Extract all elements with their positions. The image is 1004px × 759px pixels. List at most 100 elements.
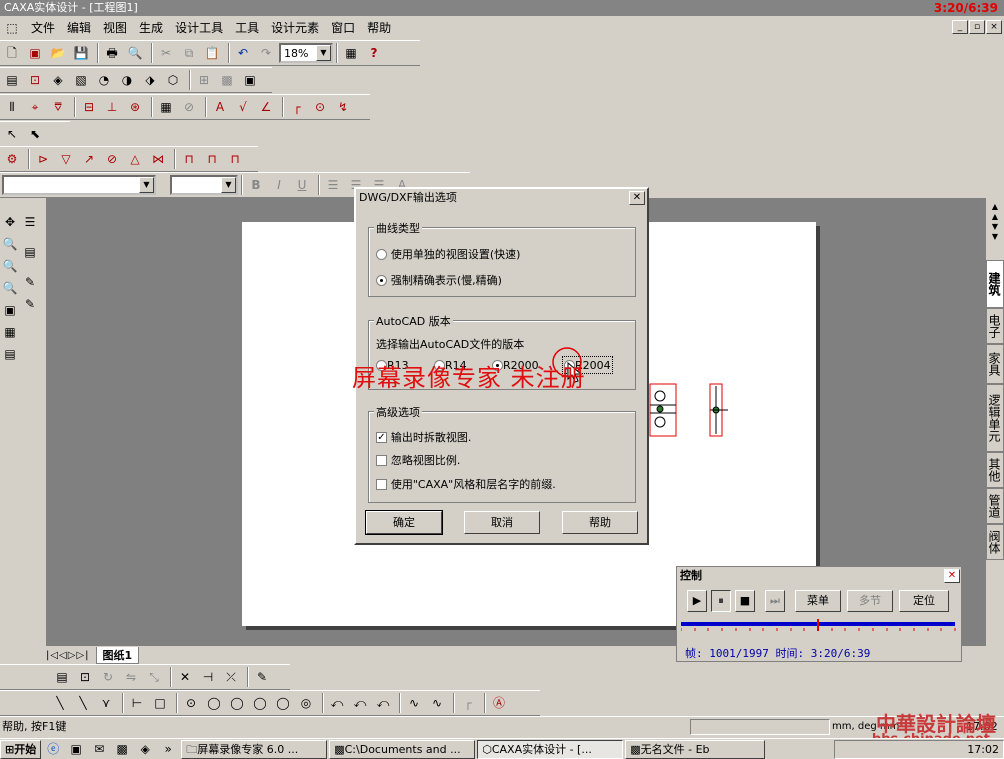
roughness-icon[interactable]: ∠: [256, 97, 276, 117]
angle-line-icon[interactable]: ⋎: [96, 693, 116, 713]
task-screen-recorder[interactable]: 🗀屏幕录像专家 6.0 ...: [181, 739, 328, 759]
arc-tangent-icon[interactable]: ⤺: [373, 693, 393, 713]
section-view-icon[interactable]: ⊡: [25, 70, 45, 90]
3d-view-icon[interactable]: ⬡: [163, 70, 183, 90]
undo-icon[interactable]: ↶: [233, 43, 253, 63]
tangent-line-icon[interactable]: ╲: [73, 693, 93, 713]
center-mark-icon[interactable]: ⌖: [25, 97, 45, 117]
line-icon[interactable]: ╲: [50, 693, 70, 713]
close-icon[interactable]: ✕: [629, 191, 645, 205]
align-view-icon[interactable]: ⊞: [194, 70, 214, 90]
delta-icon[interactable]: △: [125, 149, 145, 169]
align-left-icon[interactable]: ☰: [323, 175, 343, 195]
spline-icon[interactable]: ∿: [404, 693, 424, 713]
mirror-icon[interactable]: ⇋: [121, 667, 141, 687]
table-icon[interactable]: ▦: [156, 97, 176, 117]
weld-symbol-icon[interactable]: ⩢: [48, 97, 68, 117]
dimension-icon[interactable]: ⊢: [127, 693, 147, 713]
parts-list-icon[interactable]: ⊓: [225, 149, 245, 169]
save-icon[interactable]: 💾: [71, 43, 91, 63]
broken-view-icon[interactable]: ◑: [117, 70, 137, 90]
task-untitled[interactable]: ▩无名文件 - Eb: [625, 739, 766, 759]
arrow-mark-icon[interactable]: ↯: [333, 97, 353, 117]
sheet-tab[interactable]: 图纸1: [95, 646, 140, 664]
outlook-icon[interactable]: ✉: [89, 739, 109, 759]
menu-file[interactable]: 文件: [25, 16, 61, 40]
auxiliary-view-icon[interactable]: ◈: [48, 70, 68, 90]
balloon-icon[interactable]: ⊘: [179, 97, 199, 117]
italic-icon[interactable]: I: [269, 175, 289, 195]
bowtie-icon[interactable]: ⋈: [148, 149, 168, 169]
title-block-icon[interactable]: ⊓: [202, 149, 222, 169]
underline-icon[interactable]: U: [292, 175, 312, 195]
menu-window[interactable]: 窗口: [325, 16, 361, 40]
text-icon[interactable]: A: [210, 97, 230, 117]
print-preview-icon[interactable]: 🔍: [125, 43, 145, 63]
more-icon[interactable]: »: [158, 739, 178, 759]
font-select[interactable]: ▼: [2, 175, 156, 195]
tab-electronics[interactable]: 电子: [986, 308, 1004, 344]
rectangle-icon[interactable]: □: [150, 693, 170, 713]
stop-button[interactable]: ■: [735, 590, 755, 612]
smart-draw-icon[interactable]: ⚙: [2, 149, 22, 169]
chevron-down-icon[interactable]: ▼: [139, 177, 154, 193]
bold-icon[interactable]: B: [246, 175, 266, 195]
circle-tangent-icon[interactable]: ◯: [227, 693, 247, 713]
task-documents[interactable]: ▩C:\Documents and ...: [329, 739, 476, 759]
tab-pipes[interactable]: 管道: [986, 488, 1004, 524]
trim-icon[interactable]: ⊣: [198, 667, 218, 687]
ok-button[interactable]: 确定: [365, 510, 443, 535]
redo-icon[interactable]: ↷: [256, 43, 276, 63]
scroll-up-icon[interactable]: ▲: [992, 202, 998, 211]
help-button[interactable]: 帮助: [562, 511, 638, 534]
rotate-icon[interactable]: ↻: [98, 667, 118, 687]
circle-concentric-icon[interactable]: ◎: [296, 693, 316, 713]
ellipse-icon[interactable]: ◯: [250, 693, 270, 713]
triangle-icon[interactable]: ▽: [56, 149, 76, 169]
new-file-icon[interactable]: 🗋: [2, 43, 22, 63]
radio-selected-icon[interactable]: [376, 275, 387, 286]
arc-icon[interactable]: ↗: [79, 149, 99, 169]
restore-icon[interactable]: ▫: [969, 20, 985, 34]
curve-option-precise[interactable]: 强制精确表示(慢,精确): [376, 272, 502, 288]
zoom-out-icon[interactable]: 🔍: [0, 278, 20, 298]
font-size-select[interactable]: ▼: [170, 175, 238, 195]
scale-icon[interactable]: ⤡: [144, 667, 164, 687]
scroll-down-icon[interactable]: ▼: [992, 232, 998, 241]
menu-tools[interactable]: 工具: [229, 16, 265, 40]
tab-architecture[interactable]: 建筑: [986, 260, 1004, 308]
spline-edit-icon[interactable]: ∿: [427, 693, 447, 713]
partial-view-icon[interactable]: ▧: [71, 70, 91, 90]
scroll-up-icon[interactable]: ▲: [992, 212, 998, 221]
menu-view[interactable]: 视图: [97, 16, 133, 40]
caxa-quick-icon[interactable]: ▩: [112, 739, 132, 759]
zoom-icon[interactable]: 🔍: [0, 234, 20, 254]
polyline-icon[interactable]: ⊳: [33, 149, 53, 169]
multi-section-button[interactable]: 多节: [847, 590, 893, 612]
sheet-nav-icon[interactable]: |◁◁▷▷|: [46, 650, 90, 661]
zoom-select[interactable]: 18% ▼: [279, 43, 333, 63]
print-icon[interactable]: 🖶: [102, 43, 122, 63]
centerline-icon[interactable]: ⫴: [2, 97, 22, 117]
desktop-icon[interactable]: ▣: [66, 739, 86, 759]
curve-option-fast[interactable]: 使用单独的视图设置(快速): [376, 246, 520, 262]
menu-design-elements[interactable]: 设计元素: [265, 16, 325, 40]
scroll-down-icon[interactable]: ▼: [992, 222, 998, 231]
leader-icon[interactable]: ┌: [287, 97, 307, 117]
close-icon[interactable]: ✕: [944, 569, 960, 583]
tab-other[interactable]: 其他: [986, 452, 1004, 488]
chevron-down-icon[interactable]: ▼: [316, 45, 331, 61]
open-icon[interactable]: 📂: [48, 43, 68, 63]
app-icon[interactable]: ⬚: [2, 18, 22, 38]
zoom-in-icon[interactable]: 🔍: [0, 256, 20, 276]
new-drawing-icon[interactable]: ▣: [25, 43, 45, 63]
arrange-view-icon[interactable]: ▩: [217, 70, 237, 90]
playback-progress-slider[interactable]: [681, 619, 959, 637]
start-button[interactable]: ⊞开始: [0, 739, 42, 759]
pencil-icon[interactable]: ✎: [252, 667, 272, 687]
select-box-icon[interactable]: ⬉: [25, 124, 45, 144]
menu-edit[interactable]: 编辑: [61, 16, 97, 40]
cancel-button[interactable]: 取消: [464, 511, 540, 534]
hatch-icon[interactable]: ⊛: [125, 97, 145, 117]
insert-view-icon[interactable]: ▤: [52, 667, 72, 687]
